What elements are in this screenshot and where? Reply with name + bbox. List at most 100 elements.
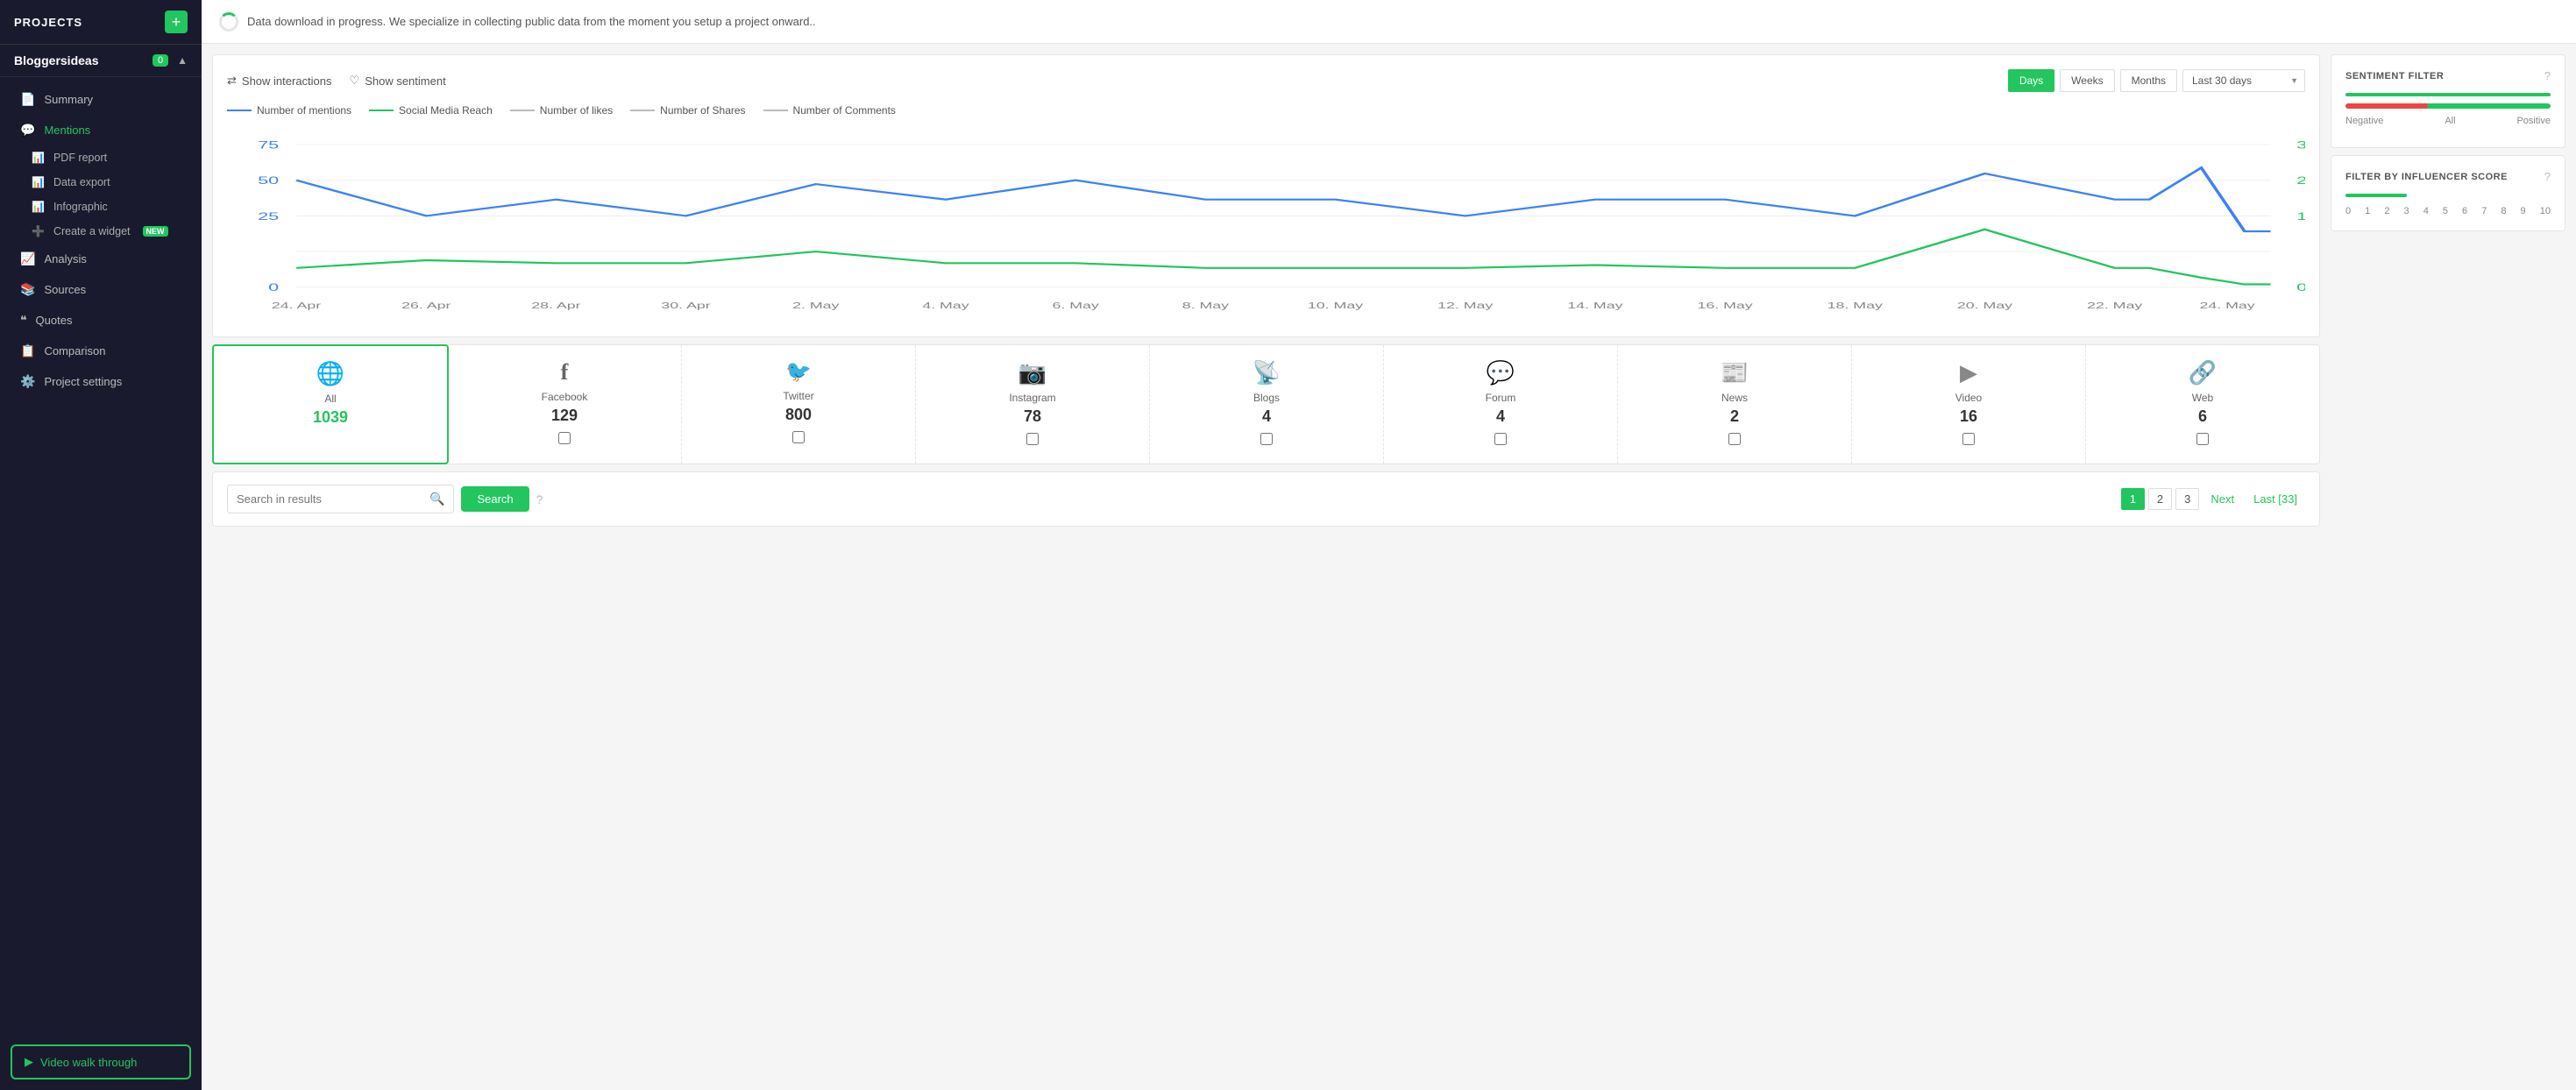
pdf-icon: 📊: [32, 152, 45, 164]
source-card-web[interactable]: 🔗 Web 6: [2086, 345, 2319, 464]
svg-text:30. Apr: 30. Apr: [661, 301, 711, 311]
date-range-select[interactable]: Last 30 days Last 7 days Last 90 days Cu…: [2182, 69, 2305, 92]
sidebar-item-mentions[interactable]: 💬 Mentions: [0, 115, 202, 145]
sources-icon: 📚: [20, 282, 35, 297]
forum-checkbox[interactable]: [1494, 433, 1507, 445]
instagram-icon: 📷: [925, 359, 1140, 386]
main-area: Data download in progress. We specialize…: [202, 0, 2576, 1090]
svg-text:28. Apr: 28. Apr: [531, 301, 581, 311]
source-card-instagram[interactable]: 📷 Instagram 78: [916, 345, 1150, 464]
sidebar-item-data-export[interactable]: 📊 Data export: [0, 170, 202, 195]
svg-text:20. May: 20. May: [1957, 301, 2013, 311]
comparison-icon: 📋: [20, 343, 35, 358]
sidebar-item-create-widget[interactable]: ➕ Create a widget New: [0, 219, 202, 244]
svg-text:300k: 300k: [2296, 138, 2305, 151]
next-button[interactable]: Next: [2203, 489, 2242, 509]
source-card-facebook[interactable]: f Facebook 129: [448, 345, 682, 464]
sidebar-item-pdf-report[interactable]: 📊 PDF report: [0, 145, 202, 170]
source-card-all[interactable]: 🌐 All 1039: [212, 344, 449, 464]
nav-items: 📄 Summary 💬 Mentions 📊 PDF report 📊 Data…: [0, 77, 202, 1034]
influencer-help-icon[interactable]: ?: [2544, 170, 2551, 183]
project-row: Bloggersideas 0 ▲: [0, 45, 202, 77]
chart-legend: Number of mentions Social Media Reach Nu…: [227, 104, 2305, 117]
search-button[interactable]: Search: [461, 486, 529, 512]
show-sentiment-button[interactable]: ♡ Show sentiment: [350, 74, 446, 88]
blogs-checkbox[interactable]: [1260, 433, 1273, 445]
source-card-twitter[interactable]: 🐦 Twitter 800: [682, 345, 916, 464]
date-range-wrapper: Last 30 days Last 7 days Last 90 days Cu…: [2182, 69, 2305, 92]
search-input-wrap: 🔍: [227, 485, 454, 513]
page-1-button[interactable]: 1: [2121, 488, 2145, 510]
reach-line-color: [369, 110, 394, 111]
news-icon: 📰: [1627, 359, 1842, 386]
video-icon: ▶: [1861, 359, 2076, 386]
topbar-message: Data download in progress. We specialize…: [247, 15, 816, 28]
search-help-icon[interactable]: ?: [536, 492, 543, 506]
sidebar-item-summary[interactable]: 📄 Summary: [0, 84, 202, 115]
weeks-button[interactable]: Weeks: [2060, 69, 2114, 92]
svg-text:8. May: 8. May: [1182, 301, 1230, 311]
svg-text:14. May: 14. May: [1567, 301, 1623, 311]
svg-text:26. Apr: 26. Apr: [401, 301, 451, 311]
mention-icon: 💬: [20, 123, 35, 138]
sidebar-item-analysis[interactable]: 📈 Analysis: [0, 244, 202, 274]
source-card-video[interactable]: ▶ Video 16: [1852, 345, 2086, 464]
twitter-icon: 🐦: [691, 359, 906, 385]
content-area: ⇄ Show interactions ♡ Show sentiment Day…: [202, 44, 2576, 1090]
sentiment-labels: Negative All Positive: [2345, 116, 2551, 126]
sentiment-bar[interactable]: [2345, 103, 2551, 109]
legend-shares: Number of Shares: [630, 104, 745, 117]
add-project-button[interactable]: +: [165, 11, 188, 33]
mentions-line-color: [227, 110, 252, 111]
news-checkbox[interactable]: [1728, 433, 1741, 445]
facebook-checkbox[interactable]: [558, 432, 571, 444]
months-button[interactable]: Months: [2120, 69, 2177, 92]
days-button[interactable]: Days: [2008, 69, 2054, 92]
svg-text:24. Apr: 24. Apr: [272, 301, 322, 311]
source-card-forum[interactable]: 💬 Forum 4: [1384, 345, 1618, 464]
forum-icon: 💬: [1393, 359, 1608, 386]
sidebar-item-infographic[interactable]: 📊 Infographic: [0, 195, 202, 219]
globe-icon: 🌐: [223, 360, 438, 387]
svg-text:18. May: 18. May: [1827, 301, 1884, 311]
svg-text:200k: 200k: [2296, 174, 2305, 187]
chart-svg: 75 50 25 0 300k 200k 100k 0k: [227, 125, 2305, 318]
sidebar-item-comparison[interactable]: 📋 Comparison: [0, 336, 202, 366]
svg-text:50: 50: [258, 174, 279, 187]
legend-comments: Number of Comments: [763, 104, 896, 117]
svg-text:0: 0: [268, 281, 279, 294]
heart-icon: ♡: [350, 74, 360, 88]
sidebar-header: PROJECTS +: [0, 0, 202, 45]
svg-text:16. May: 16. May: [1698, 301, 1754, 311]
quotes-icon: ❝: [20, 313, 27, 328]
svg-text:100k: 100k: [2296, 210, 2305, 223]
page-3-button[interactable]: 3: [2175, 488, 2199, 510]
last-button[interactable]: Last [33]: [2246, 489, 2305, 509]
sidebar-item-project-settings[interactable]: ⚙️ Project settings: [0, 366, 202, 397]
show-interactions-button[interactable]: ⇄ Show interactions: [227, 74, 332, 88]
web-checkbox[interactable]: [2196, 433, 2209, 445]
chart-controls: ⇄ Show interactions ♡ Show sentiment Day…: [227, 69, 2305, 92]
web-icon: 🔗: [2095, 359, 2310, 386]
new-badge: New: [143, 226, 168, 237]
instagram-checkbox[interactable]: [1026, 433, 1039, 445]
project-name[interactable]: Bloggersideas: [14, 53, 98, 67]
pagination: 1 2 3 Next Last [33]: [2121, 488, 2305, 510]
influencer-filter-title: FILTER BY INFLUENCER SCORE: [2345, 172, 2508, 182]
video-checkbox[interactable]: [1962, 433, 1975, 445]
source-card-news[interactable]: 📰 News 2: [1618, 345, 1852, 464]
search-icon-button[interactable]: 🔍: [421, 485, 453, 513]
twitter-checkbox[interactable]: [792, 431, 805, 443]
page-2-button[interactable]: 2: [2148, 488, 2172, 510]
sentiment-help-icon[interactable]: ?: [2544, 69, 2551, 82]
video-walkthrough-button[interactable]: ▶ Video walk through: [11, 1044, 191, 1079]
play-icon: ▶: [25, 1055, 33, 1069]
source-card-blogs[interactable]: 📡 Blogs 4: [1150, 345, 1384, 464]
sidebar-item-quotes[interactable]: ❝ Quotes: [0, 305, 202, 336]
source-cards: 🌐 All 1039 f Facebook 129 🐦 Twitter: [213, 345, 2319, 464]
search-input[interactable]: [228, 486, 421, 512]
right-panel: SENTIMENT FILTER ? Negative All Positive…: [2331, 44, 2576, 1090]
chevron-up-icon[interactable]: ▲: [177, 54, 188, 67]
svg-text:75: 75: [258, 138, 279, 151]
sidebar-item-sources[interactable]: 📚 Sources: [0, 274, 202, 305]
